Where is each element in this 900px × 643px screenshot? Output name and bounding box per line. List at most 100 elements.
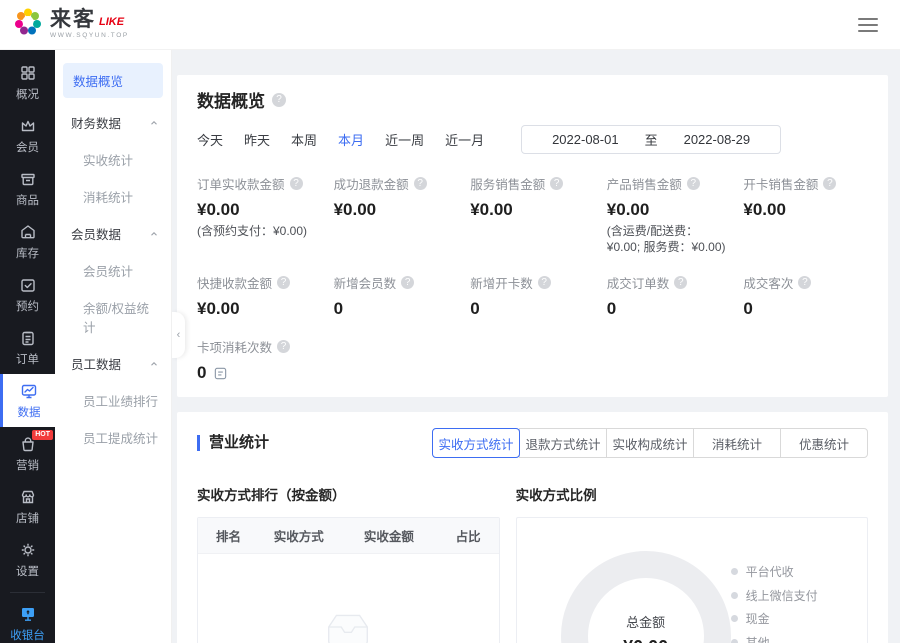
stat-label: 成交订单数	[607, 273, 670, 292]
stat-label: 订单实收款金额	[197, 174, 285, 193]
secondary-sidebar: 数据概览 财务数据 实收统计 消耗统计 会员数据 会员统计 余额/权益统计 员工…	[55, 50, 172, 643]
help-icon[interactable]: ?	[414, 177, 427, 190]
filter-this-month[interactable]: 本月	[338, 130, 364, 149]
sidebar-item-data[interactable]: 数据	[0, 374, 55, 427]
page-title: 数据概览	[197, 87, 265, 112]
primary-sidebar: 概况 会员 商品 库存 预约 订单	[0, 50, 55, 643]
stat-quick-payment: 快捷收款金额? ¥0.00	[197, 273, 322, 319]
help-icon[interactable]: ?	[798, 276, 811, 289]
submenu-item-staff-ranking[interactable]: 员工业绩排行	[63, 382, 163, 419]
rank-table-panel: 排名 实收方式 实收金额 占比 暂无数据	[197, 517, 500, 643]
chevron-up-icon	[149, 118, 159, 128]
sidebar-item-label: 店铺	[16, 510, 39, 526]
stat-new-cards: 新增开卡数? 0	[470, 273, 595, 319]
stat-label: 新增会员数	[334, 273, 397, 292]
sidebar-item-inventory[interactable]: 库存	[0, 215, 55, 268]
submenu-group-finance[interactable]: 财务数据	[63, 104, 163, 141]
sidebar-item-label: 会员	[16, 139, 39, 155]
stat-value: ¥0.00	[334, 200, 459, 220]
date-to[interactable]: 2022-08-29	[684, 132, 751, 147]
filter-yesterday[interactable]: 昨天	[244, 130, 270, 149]
calendar-check-icon	[19, 276, 37, 294]
sidebar-item-marketing[interactable]: HOT 营销	[0, 427, 55, 480]
tab-consume-stats[interactable]: 消耗统计	[693, 428, 781, 458]
column-amount: 实收金额	[339, 526, 438, 545]
sidebar-item-members[interactable]: 会员	[0, 109, 55, 162]
monitor-chart-icon	[20, 382, 38, 400]
business-stats-card: 营业统计 实收方式统计 退款方式统计 实收构成统计 消耗统计 优惠统计 实收方式…	[177, 412, 888, 643]
submenu-item-balance-stats[interactable]: 余额/权益统计	[63, 289, 163, 345]
stat-value: 0	[334, 299, 459, 319]
logo-pinwheel-icon	[12, 6, 44, 43]
submenu-group-staff[interactable]: 员工数据	[63, 345, 163, 382]
submenu-item-consume-stats[interactable]: 消耗统计	[63, 178, 163, 215]
help-icon[interactable]: ?	[550, 177, 563, 190]
stat-deal-customers: 成交客次? 0	[743, 273, 868, 319]
date-from[interactable]: 2022-08-01	[552, 132, 619, 147]
submenu-item-member-stats[interactable]: 会员统计	[63, 252, 163, 289]
legend-item[interactable]: 线上微信支付	[731, 587, 831, 604]
legend-label: 其他	[746, 634, 770, 643]
help-icon[interactable]: ?	[687, 177, 700, 190]
stat-value: ¥0.00	[197, 299, 322, 319]
submenu-item-label: 数据概览	[73, 75, 123, 89]
submenu-item-label: 员工业绩排行	[83, 395, 158, 409]
filter-last-week[interactable]: 近一周	[385, 130, 424, 149]
help-icon[interactable]: ?	[277, 276, 290, 289]
help-icon[interactable]: ?	[272, 93, 286, 107]
menu-toggle-icon[interactable]	[858, 18, 878, 32]
sidebar-item-cashier[interactable]: 收银台	[0, 597, 55, 643]
date-filter-row: 今天 昨天 本周 本月 近一周 近一月 2022-08-01 至 2022-08…	[197, 125, 868, 154]
help-icon[interactable]: ?	[823, 177, 836, 190]
sidebar-item-label: 收银台	[10, 627, 45, 643]
sidebar-item-booking[interactable]: 预约	[0, 268, 55, 321]
legend-dot-icon	[731, 568, 738, 575]
stat-deal-orders: 成交订单数? 0	[607, 273, 732, 319]
sidebar-item-orders[interactable]: 订单	[0, 321, 55, 374]
stat-label: 成功退款金额	[334, 174, 409, 193]
logo-name-cn: 来客	[50, 9, 96, 30]
filter-this-week[interactable]: 本周	[291, 130, 317, 149]
tab-income-composition-stats[interactable]: 实收构成统计	[606, 428, 694, 458]
sidebar-item-settings[interactable]: 设置	[0, 533, 55, 586]
help-icon[interactable]: ?	[290, 177, 303, 190]
sidebar-divider	[10, 592, 45, 593]
sidebar-collapse-handle[interactable]: ‹	[172, 312, 185, 358]
submenu-item-data-overview[interactable]: 数据概览	[63, 63, 163, 98]
filter-last-month[interactable]: 近一月	[445, 130, 484, 149]
legend-item[interactable]: 现金	[731, 610, 831, 627]
legend-dot-icon	[731, 615, 738, 622]
main-content: 数据概览 ? 今天 昨天 本周 本月 近一周 近一月 2022-08-01 至 …	[172, 50, 900, 643]
submenu-group-label: 财务数据	[71, 113, 121, 132]
tab-discount-stats[interactable]: 优惠统计	[780, 428, 868, 458]
legend-item[interactable]: 其他	[731, 634, 831, 643]
sidebar-item-products[interactable]: 商品	[0, 162, 55, 215]
stat-card-consume-count: 卡项消耗次数? 0	[197, 337, 322, 383]
stat-value: 0	[743, 299, 868, 319]
stat-card-sales: 开卡销售金额? ¥0.00	[743, 174, 868, 255]
submenu-item-income-stats[interactable]: 实收统计	[63, 141, 163, 178]
filter-today[interactable]: 今天	[197, 130, 223, 149]
date-range-picker[interactable]: 2022-08-01 至 2022-08-29	[521, 125, 781, 154]
help-icon[interactable]: ?	[538, 276, 551, 289]
stat-product-sales: 产品销售金额? ¥0.00 (含运费/配送费：¥0.00; 服务费：¥0.00)	[607, 174, 732, 255]
tab-payment-method-stats[interactable]: 实收方式统计	[432, 428, 520, 458]
stat-label: 开卡销售金额	[743, 174, 818, 193]
legend-item[interactable]: 平台代收	[731, 563, 831, 580]
help-icon[interactable]: ?	[277, 340, 290, 353]
help-icon[interactable]: ?	[401, 276, 414, 289]
help-icon[interactable]: ?	[674, 276, 687, 289]
legend-dot-icon	[731, 592, 738, 599]
topbar: 来客 LIKE WWW.SQYUN.TOP	[0, 0, 900, 50]
submenu-group-members[interactable]: 会员数据	[63, 215, 163, 252]
app-logo[interactable]: 来客 LIKE WWW.SQYUN.TOP	[12, 6, 129, 43]
tab-refund-method-stats[interactable]: 退款方式统计	[519, 428, 607, 458]
submenu-item-staff-commission[interactable]: 员工提成统计	[63, 419, 163, 456]
sidebar-item-label: 预约	[16, 298, 39, 314]
logo-url: WWW.SQYUN.TOP	[50, 33, 129, 40]
detail-document-icon[interactable]	[213, 366, 228, 381]
stat-value: 0	[470, 299, 595, 319]
sidebar-item-overview[interactable]: 概况	[0, 56, 55, 109]
sidebar-item-shop[interactable]: 店铺	[0, 480, 55, 533]
legend-label: 线上微信支付	[746, 587, 818, 604]
